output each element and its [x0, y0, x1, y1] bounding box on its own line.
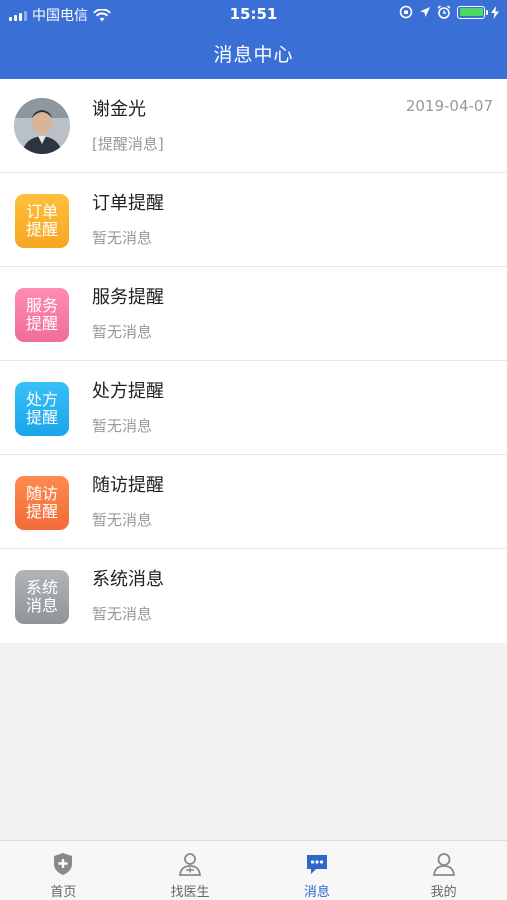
prescription-reminder-icon: 处方 提醒: [15, 382, 69, 436]
icon-text-line1: 订单: [25, 202, 58, 221]
message-list: 谢金光 [提醒消息] 2019-04-07 订单 提醒 订单提醒 暂无消息 服务…: [0, 79, 507, 643]
tab-label: 找医生: [170, 885, 210, 900]
message-item-order-reminder[interactable]: 订单 提醒 订单提醒 暂无消息: [0, 173, 507, 267]
alarm-icon: [437, 5, 451, 19]
message-subtitle: 暂无消息: [92, 323, 153, 341]
message-title: 随访提醒: [92, 475, 164, 496]
icon-text-line1: 系统: [25, 578, 58, 597]
message-item-system-message[interactable]: 系统 消息 系统消息 暂无消息: [0, 549, 507, 643]
message-subtitle: [提醒消息]: [92, 135, 164, 153]
message-subtitle: 暂无消息: [92, 511, 153, 529]
message-icon: [306, 855, 327, 874]
status-bar: 中国电信 15:51: [0, 0, 507, 28]
system-message-icon: 系统 消息: [15, 570, 69, 624]
tab-home[interactable]: 首页: [0, 841, 127, 900]
profile-icon: [432, 853, 455, 876]
message-item-prescription-reminder[interactable]: 处方 提醒 处方提醒 暂无消息: [0, 361, 507, 455]
avatar: [14, 98, 70, 154]
message-title: 服务提醒: [92, 287, 164, 308]
battery-icon: [457, 5, 488, 19]
message-item-service-reminder[interactable]: 服务 提醒 服务提醒 暂无消息: [0, 267, 507, 361]
message-subtitle: 暂无消息: [92, 229, 153, 247]
app-header: 中国电信 15:51 消息中心: [0, 0, 507, 79]
followup-reminder-icon: 随访 提醒: [15, 476, 69, 530]
service-reminder-icon: 服务 提醒: [15, 288, 69, 342]
message-title: 处方提醒: [92, 381, 164, 402]
battery-level: [459, 8, 483, 16]
icon-text-line1: 服务: [25, 296, 58, 315]
tab-label: 消息: [303, 885, 330, 900]
icon-text-line1: 处方: [25, 390, 58, 409]
icon-text-line1: 随访: [25, 484, 58, 503]
icon-text-line2: 提醒: [25, 502, 58, 521]
order-reminder-icon: 订单 提醒: [15, 194, 69, 248]
message-subtitle: 暂无消息: [92, 605, 153, 623]
orientation-lock-icon: [399, 5, 413, 19]
tab-messages[interactable]: 消息: [254, 841, 381, 900]
icon-text-line2: 提醒: [25, 408, 58, 427]
tab-label: 首页: [50, 885, 77, 900]
tab-mine[interactable]: 我的: [380, 841, 507, 900]
tab-find-doctor[interactable]: 找医生: [127, 841, 254, 900]
icon-text-line2: 提醒: [25, 220, 58, 239]
message-date: 2019-04-07: [405, 97, 493, 115]
home-shield-icon: [54, 853, 73, 875]
message-title: 系统消息: [92, 569, 164, 590]
icon-text-line2: 消息: [25, 596, 58, 615]
page-title: 消息中心: [213, 44, 294, 66]
tab-label: 我的: [430, 885, 457, 900]
message-item-person[interactable]: 谢金光 [提醒消息] 2019-04-07: [0, 79, 507, 173]
doctor-icon: [179, 853, 202, 876]
location-icon: [420, 7, 430, 17]
tab-bar: 首页 找医生 消息 我的: [0, 840, 507, 900]
message-title: 订单提醒: [92, 193, 164, 214]
message-subtitle: 暂无消息: [92, 417, 153, 435]
icon-text-line2: 提醒: [25, 314, 58, 333]
charging-icon: [491, 5, 499, 19]
message-item-followup-reminder[interactable]: 随访 提醒 随访提醒 暂无消息: [0, 455, 507, 549]
message-title: 谢金光: [92, 99, 146, 120]
